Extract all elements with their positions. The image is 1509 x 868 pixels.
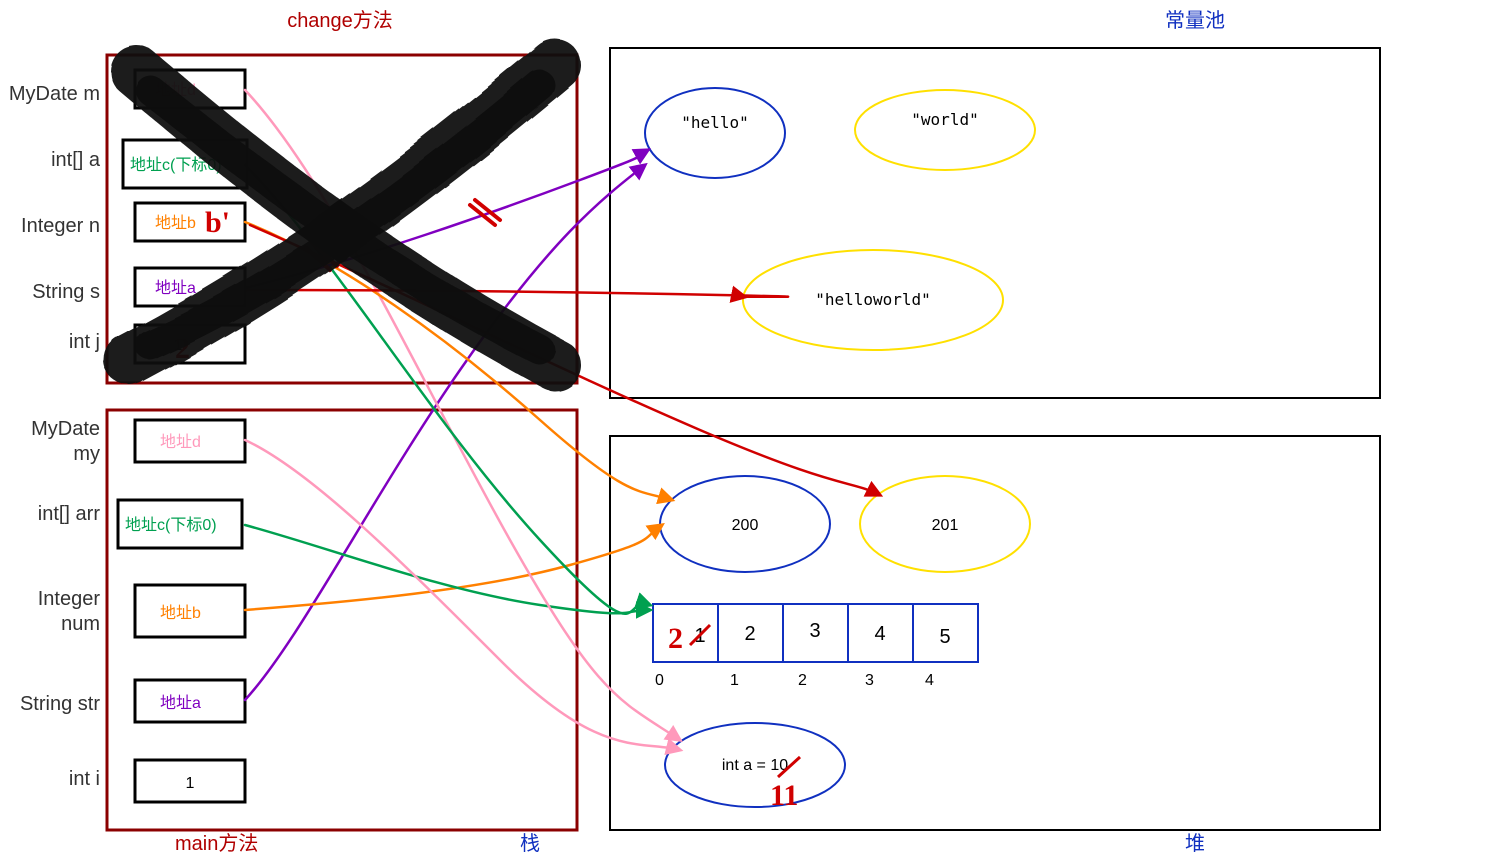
svg-text:4: 4	[874, 623, 885, 645]
svg-text:5: 5	[939, 626, 950, 648]
svg-text:2: 2	[744, 623, 755, 645]
label-n: Integer n	[21, 215, 100, 237]
memory-diagram: change方法 main方法 栈 常量池 堆 MyDate m int[] a…	[0, 0, 1509, 868]
svg-text:3: 3	[809, 620, 820, 642]
label-a: int[] a	[51, 149, 101, 171]
label-s: String s	[32, 281, 100, 303]
stack-main-slots: 地址d 地址c(下标0) 地址b 地址a 1	[118, 420, 245, 802]
label-integer: Integer	[38, 588, 101, 610]
label-m: MyDate m	[9, 83, 100, 105]
svg-text:地址c(下标0): 地址c(下标0)	[125, 516, 217, 534]
svg-text:200: 200	[732, 517, 759, 534]
title-stack: 栈	[520, 832, 540, 855]
frame-pool	[610, 48, 1380, 398]
label-mydate: MyDate	[31, 418, 100, 440]
svg-text:"hello": "hello"	[681, 113, 748, 132]
svg-text:1: 1	[730, 672, 739, 689]
title-change: change方法	[287, 9, 393, 32]
label-arr: int[] arr	[38, 503, 101, 525]
svg-text:4: 4	[925, 672, 934, 689]
ellipse-hello	[645, 88, 785, 178]
arrows	[245, 90, 880, 750]
svg-text:2: 2	[668, 622, 683, 655]
label-num: num	[61, 613, 100, 635]
label-i: int i	[69, 768, 100, 790]
title-pool: 常量池	[1165, 9, 1225, 32]
svg-text:0: 0	[655, 672, 664, 689]
label-str: String str	[20, 693, 100, 715]
svg-text:201: 201	[932, 517, 959, 534]
svg-text:地址b: 地址b	[155, 214, 196, 232]
label-j: int j	[69, 331, 100, 353]
heap-array: 2 1 2 3 4 5 0 1 2 3 4	[653, 604, 978, 689]
svg-text:3: 3	[865, 672, 874, 689]
ellipse-world	[855, 90, 1035, 170]
svg-text:地址a: 地址a	[155, 279, 196, 297]
label-my: my	[73, 443, 100, 465]
svg-text:"helloworld": "helloworld"	[815, 290, 931, 309]
svg-text:1: 1	[186, 775, 195, 792]
svg-text:11: 11	[770, 779, 798, 812]
svg-text:2: 2	[798, 672, 807, 689]
svg-text:int a = 10: int a = 10	[722, 757, 788, 774]
svg-text:"world": "world"	[911, 110, 978, 129]
svg-text:地址d: 地址d	[160, 433, 201, 451]
svg-text:地址a: 地址a	[160, 694, 201, 712]
svg-text:b': b'	[205, 206, 230, 239]
title-main: main方法	[175, 832, 258, 855]
title-heap: 堆	[1185, 832, 1205, 855]
svg-text:地址b: 地址b	[160, 604, 201, 622]
